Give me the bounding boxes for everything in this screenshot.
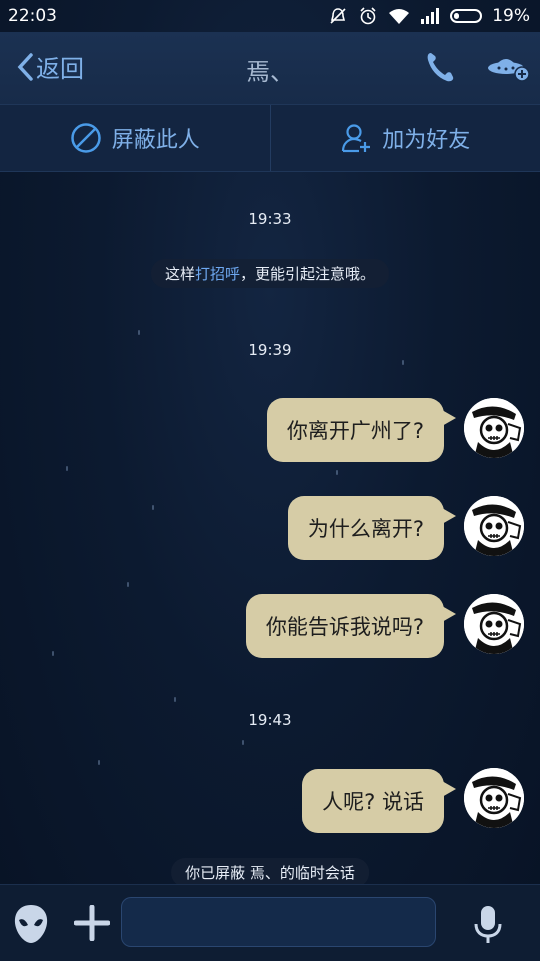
plus-icon[interactable] bbox=[74, 905, 110, 941]
message-timestamp: 19:39 bbox=[0, 341, 540, 359]
status-icons: 19% bbox=[328, 6, 530, 26]
message-timestamp: 19:43 bbox=[0, 711, 540, 729]
alarm-icon bbox=[358, 6, 378, 26]
wifi-icon bbox=[388, 7, 410, 25]
avatar[interactable] bbox=[464, 496, 524, 556]
alien-emoji-icon[interactable] bbox=[12, 903, 50, 945]
background-star bbox=[174, 697, 176, 702]
background-star bbox=[138, 330, 140, 335]
avatar[interactable] bbox=[464, 768, 524, 828]
background-star bbox=[402, 360, 404, 365]
phone-icon[interactable] bbox=[424, 50, 456, 84]
greeting-tip: 这样打招呼，更能引起注意哦。 bbox=[151, 259, 389, 288]
background-star bbox=[336, 470, 338, 475]
add-friend-button[interactable]: 加为好友 bbox=[270, 105, 540, 171]
input-bar bbox=[0, 884, 540, 961]
message-timestamp: 19:33 bbox=[0, 210, 540, 228]
block-user-button[interactable]: 屏蔽此人 bbox=[0, 105, 270, 171]
skull-avatar-image bbox=[464, 768, 524, 828]
block-icon bbox=[70, 122, 102, 154]
sent-message-bubble[interactable]: 你离开广州了? bbox=[267, 398, 444, 462]
skull-avatar-image bbox=[464, 398, 524, 458]
microphone-icon[interactable] bbox=[472, 905, 504, 945]
signal-icon bbox=[420, 8, 440, 24]
sent-message-bubble[interactable]: 为什么离开? bbox=[288, 496, 444, 560]
greeting-tip-suffix: ，更能引起注意哦。 bbox=[240, 265, 375, 283]
block-user-label: 屏蔽此人 bbox=[112, 122, 200, 154]
stranger-actions: 屏蔽此人 加为好友 bbox=[0, 104, 540, 172]
sent-message-bubble[interactable]: 你能告诉我说吗? bbox=[246, 594, 444, 658]
blocked-session-notice: 你已屏蔽 焉、的临时会话 bbox=[171, 858, 369, 887]
add-friend-icon bbox=[340, 122, 372, 154]
status-time: 22:03 bbox=[8, 6, 57, 26]
avatar[interactable] bbox=[464, 594, 524, 654]
background-star bbox=[152, 505, 154, 510]
silent-icon bbox=[328, 6, 348, 26]
background-star bbox=[66, 466, 68, 471]
background-star bbox=[242, 740, 244, 745]
say-hello-link[interactable]: 打招呼 bbox=[195, 265, 240, 283]
background-star bbox=[127, 582, 129, 587]
message-input[interactable] bbox=[121, 897, 436, 947]
ufo-add-icon[interactable] bbox=[486, 50, 532, 84]
background-star bbox=[52, 651, 54, 656]
skull-avatar-image bbox=[464, 496, 524, 556]
battery-fill bbox=[454, 13, 459, 19]
chat-header: 返回 焉、 bbox=[0, 32, 540, 104]
greeting-tip-prefix: 这样 bbox=[165, 265, 195, 283]
battery-percent: 19% bbox=[492, 6, 530, 26]
skull-avatar-image bbox=[464, 594, 524, 654]
battery-icon bbox=[450, 9, 482, 23]
chat-title: 焉、 bbox=[0, 52, 540, 87]
background-star bbox=[98, 760, 100, 765]
add-friend-label: 加为好友 bbox=[382, 122, 470, 154]
sent-message-bubble[interactable]: 人呢? 说话 bbox=[302, 769, 444, 833]
avatar[interactable] bbox=[464, 398, 524, 458]
status-bar: 22:03 19% bbox=[0, 0, 540, 32]
